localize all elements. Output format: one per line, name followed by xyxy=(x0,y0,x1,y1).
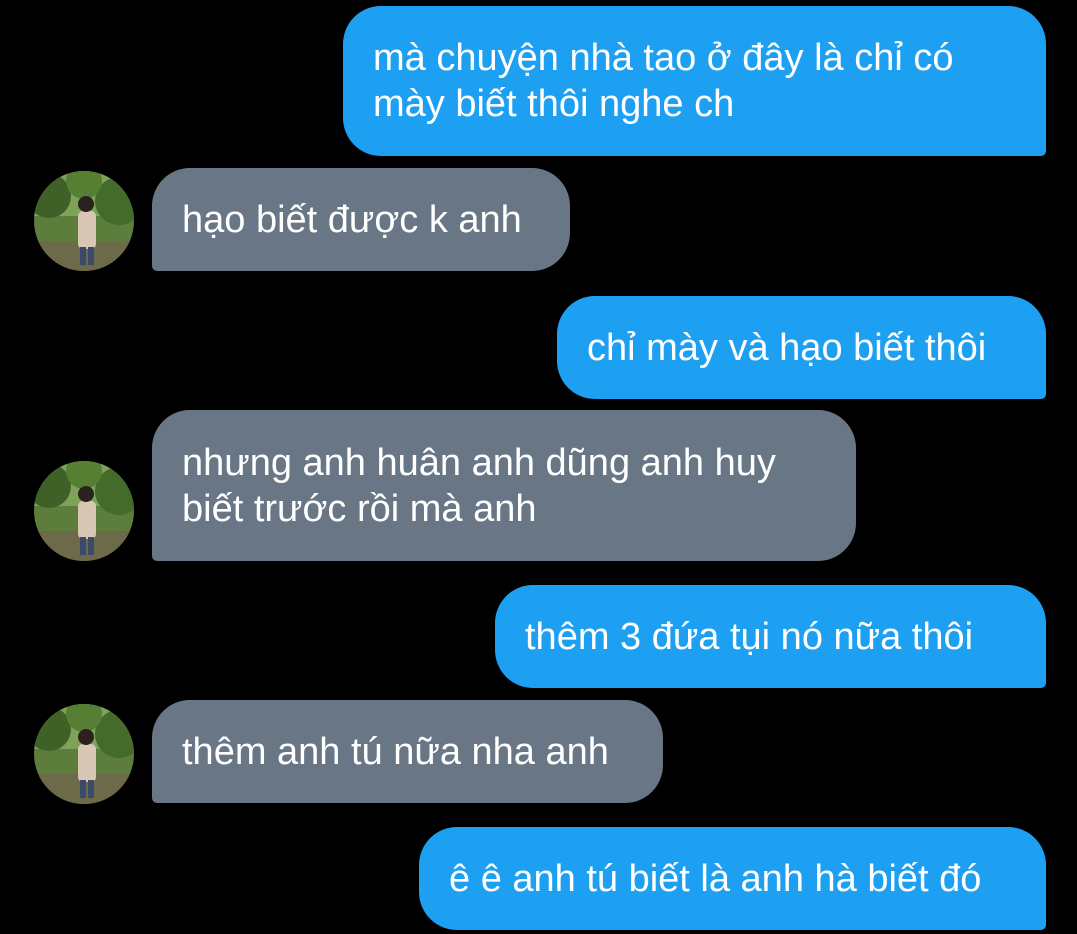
message-bubble-outgoing[interactable]: thêm 3 đứa tụi nó nữa thôi xyxy=(495,585,1046,688)
contact-avatar-icon[interactable] xyxy=(34,704,134,804)
message-bubble-outgoing[interactable]: chỉ mày và hạo biết thôi xyxy=(557,296,1046,399)
message-text-line: nhưng anh huân anh dũng anh huy xyxy=(182,441,776,484)
contact-avatar-icon[interactable] xyxy=(34,461,134,561)
message-text-line: biết trước rồi mà anh xyxy=(182,487,537,530)
message-text: chỉ mày và hạo biết thôi xyxy=(587,326,987,369)
message-text: ê ê anh tú biết là anh hà biết đó xyxy=(449,857,982,900)
message-text: hạo biết được k anh xyxy=(182,198,522,241)
message-text: nhưng anh huân anh dũng anh huy biết trư… xyxy=(182,440,776,532)
message-bubble-incoming[interactable]: hạo biết được k anh xyxy=(152,168,570,271)
contact-avatar-icon[interactable] xyxy=(34,171,134,271)
message-text: mà chuyện nhà tao ở đây là chỉ có mày bi… xyxy=(373,35,953,127)
message-bubble-outgoing[interactable]: ê ê anh tú biết là anh hà biết đó xyxy=(419,827,1046,930)
message-text-line: mày biết thôi nghe ch xyxy=(373,83,735,125)
message-text: thêm anh tú nữa nha anh xyxy=(182,730,609,773)
message-bubble-outgoing[interactable]: mà chuyện nhà tao ở đây là chỉ có mày bi… xyxy=(343,6,1046,156)
message-bubble-incoming[interactable]: thêm anh tú nữa nha anh xyxy=(152,700,663,803)
message-text: thêm 3 đứa tụi nó nữa thôi xyxy=(525,615,974,658)
message-bubble-incoming[interactable]: nhưng anh huân anh dũng anh huy biết trư… xyxy=(152,410,856,561)
message-text-line: mà chuyện nhà tao ở đây là chỉ có xyxy=(373,37,954,79)
